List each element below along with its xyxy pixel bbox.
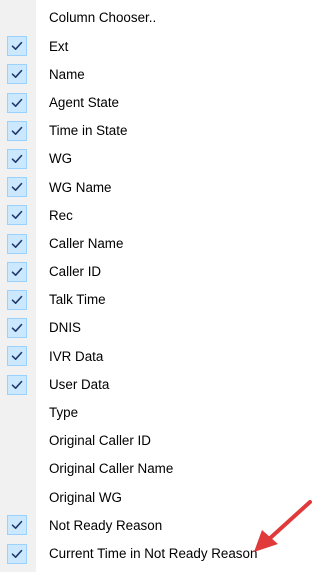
column-chooser-context-menu: Column Chooser.. Ext Name Agent State Time i… <box>0 0 326 572</box>
menu-item-label: Original Caller ID <box>49 433 151 449</box>
menu-item-caller-name[interactable]: Caller Name <box>0 230 326 258</box>
checkmark-icon <box>7 233 27 254</box>
checkmark-icon <box>7 346 27 367</box>
menu-item-talk-time[interactable]: Talk Time <box>0 286 326 314</box>
menu-item-time-in-state[interactable]: Time in State <box>0 117 326 145</box>
menu-item-agent-state[interactable]: Agent State <box>0 89 326 117</box>
menu-item-label: Original WG <box>49 489 122 505</box>
menu-item-label: Caller ID <box>49 264 102 280</box>
checkmark-icon <box>7 120 27 141</box>
menu-item-ext[interactable]: Ext <box>0 32 326 60</box>
menu-item-column-chooser[interactable]: Column Chooser.. <box>0 4 326 32</box>
checkmark-icon <box>7 543 27 564</box>
menu-item-label: Agent State <box>49 94 119 110</box>
menu-item-label: WG Name <box>49 179 112 195</box>
menu-item-dnis[interactable]: DNIS <box>0 314 326 342</box>
menu-item-wg-name[interactable]: WG Name <box>0 173 326 201</box>
checkmark-icon <box>7 149 27 170</box>
checkmark-icon <box>7 36 27 57</box>
menu-item-label: Talk Time <box>49 292 106 308</box>
menu-item-label: DNIS <box>49 320 81 336</box>
menu-item-label: Rec <box>49 207 73 223</box>
checkmark-icon <box>7 177 27 198</box>
menu-item-original-caller-id[interactable]: Original Caller ID <box>0 427 326 455</box>
menu-item-label: Caller Name <box>49 235 124 251</box>
menu-item-user-data[interactable]: User Data <box>0 370 326 398</box>
menu-item-type[interactable]: Type <box>0 399 326 427</box>
menu-item-label: Column Chooser.. <box>49 10 157 26</box>
checkmark-icon <box>7 261 27 282</box>
menu-item-label: Name <box>49 66 85 82</box>
checkmark-icon <box>7 374 27 395</box>
red-arrow-icon <box>254 500 312 552</box>
menu-item-name[interactable]: Name <box>0 60 326 88</box>
checkmark-icon <box>7 64 27 85</box>
checkmark-icon <box>7 92 27 113</box>
checkmark-icon <box>7 205 27 226</box>
menu-item-ivr-data[interactable]: IVR Data <box>0 342 326 370</box>
menu-item-original-caller-name[interactable]: Original Caller Name <box>0 455 326 483</box>
menu-item-label: Original Caller Name <box>49 461 174 477</box>
menu-item-caller-id[interactable]: Caller ID <box>0 258 326 286</box>
menu-items-list: Column Chooser.. Ext Name Agent State Time i… <box>0 4 326 568</box>
menu-item-label: IVR Data <box>49 348 104 364</box>
menu-item-label: Time in State <box>49 123 128 139</box>
menu-item-rec[interactable]: Rec <box>0 201 326 229</box>
menu-item-label: WG <box>49 151 73 167</box>
menu-item-label: Current Time in Not Ready Reason <box>49 545 258 561</box>
checkmark-icon <box>7 289 27 310</box>
menu-item-wg[interactable]: WG <box>0 145 326 173</box>
menu-item-label: Not Ready Reason <box>49 517 163 533</box>
menu-item-label: Ext <box>49 38 69 54</box>
menu-item-label: Type <box>49 405 79 421</box>
checkmark-icon <box>7 515 27 536</box>
menu-item-label: User Data <box>49 376 110 392</box>
checkmark-icon <box>7 318 27 339</box>
